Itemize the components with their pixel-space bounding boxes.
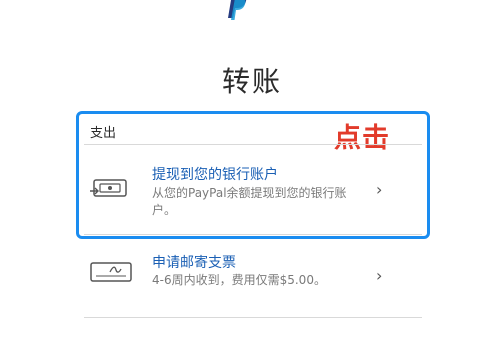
withdraw-option-title[interactable]: 提现到您的银行账户: [152, 164, 278, 184]
option-divider: [84, 234, 422, 235]
check-icon: [90, 262, 132, 282]
click-annotation: 点击: [334, 123, 390, 154]
section-divider: [84, 144, 422, 145]
page-title: 转账: [221, 65, 282, 98]
chevron-right-icon[interactable]: ›: [376, 266, 382, 285]
paypal-logo-icon: [228, 0, 247, 20]
mail-check-option-title[interactable]: 申请邮寄支票: [152, 252, 236, 272]
withdraw-option-description: 从您的PayPal余额提现到您的银行账 户。: [152, 186, 347, 217]
bank-transfer-icon: [90, 179, 127, 197]
option-divider-bottom: [84, 317, 422, 318]
mail-check-option-description: 4-6周内收到，费用仅需$5.00。: [152, 273, 326, 287]
chevron-right-icon[interactable]: ›: [376, 180, 382, 199]
section-label: 支出: [90, 126, 117, 141]
